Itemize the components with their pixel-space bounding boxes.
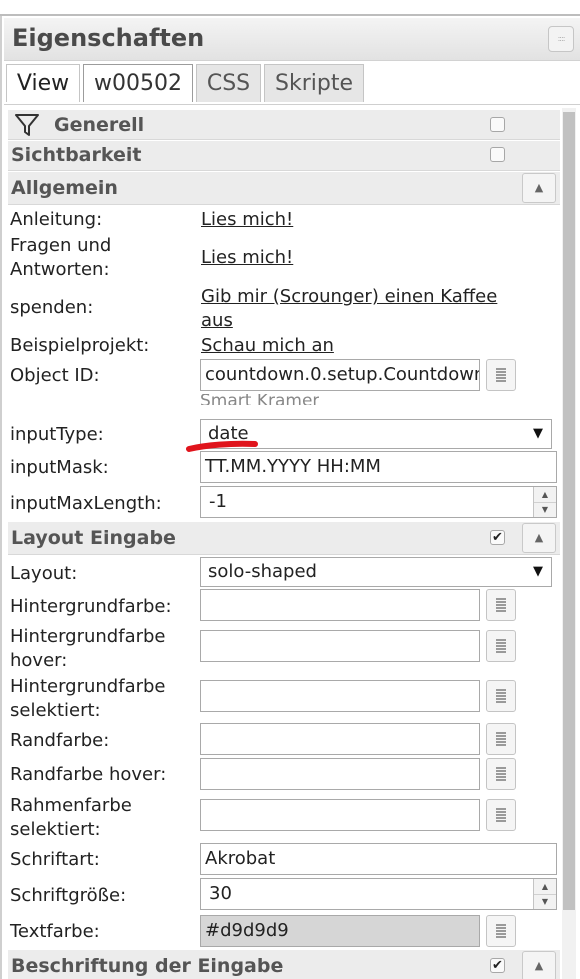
textfarbe-picker-button[interactable] xyxy=(486,915,516,947)
input-max-length-value: -1 xyxy=(209,491,227,512)
chevron-down-icon: ▼ xyxy=(533,564,543,579)
schriftgroesse-label: Schriftgröße: xyxy=(10,885,127,906)
beschriftung-checkbox[interactable]: ✔ xyxy=(490,958,505,973)
spinner-down-icon[interactable]: ▼ xyxy=(534,502,556,517)
hintergrundfarbe-hover-label-line2: hover: xyxy=(10,650,68,671)
list-icon xyxy=(496,689,506,703)
panel-left-border xyxy=(0,14,2,979)
randfarbe-label: Randfarbe: xyxy=(10,730,110,751)
rahmenfarbe-selektiert-picker-button[interactable] xyxy=(486,799,516,831)
randfarbe-hover-input[interactable] xyxy=(200,758,480,790)
tab-css[interactable]: CSS xyxy=(196,64,261,102)
object-id-input[interactable]: countdown.0.setup.Countdown xyxy=(200,359,480,391)
spenden-label: spenden: xyxy=(10,297,94,318)
list-icon xyxy=(496,639,506,653)
input-mask-label: inputMask: xyxy=(10,457,109,478)
rahmenfarbe-selektiert-input[interactable] xyxy=(200,799,480,831)
tab-view[interactable]: View xyxy=(6,64,80,102)
textfarbe-label: Textfarbe: xyxy=(10,921,100,942)
scrollbar-thumb[interactable] xyxy=(563,112,575,910)
panel-header: Eigenschaften :::: xyxy=(4,18,580,61)
collapse-layout-eingabe-button[interactable]: ▲ xyxy=(522,523,556,553)
layout-select[interactable]: solo-shaped ▼ xyxy=(200,557,552,587)
hintergrundfarbe-label: Hintergrundfarbe: xyxy=(10,596,172,617)
list-icon xyxy=(496,598,506,612)
schriftgroesse-value: 30 xyxy=(209,883,232,904)
input-type-label: inputType: xyxy=(10,424,104,445)
spenden-link-line1[interactable]: Gib mir (Scrounger) einen Kaffee xyxy=(201,285,497,308)
list-icon xyxy=(496,368,506,382)
hintergrundfarbe-selektiert-input[interactable] xyxy=(200,680,480,712)
beispielprojekt-label: Beispielprojekt: xyxy=(10,335,150,356)
schriftgroesse-spinner[interactable]: ▲ ▼ xyxy=(533,879,556,909)
layout-eingabe-checkbox[interactable]: ✔ xyxy=(490,530,505,545)
hintergrundfarbe-input[interactable] xyxy=(200,589,480,621)
hintergrundfarbe-hover-input[interactable] xyxy=(200,630,480,662)
hintergrundfarbe-picker-button[interactable] xyxy=(486,589,516,621)
panel-menu-button[interactable]: :::: xyxy=(548,26,574,52)
spinner-down-icon[interactable]: ▼ xyxy=(534,894,556,909)
anleitung-label: Anleitung: xyxy=(10,209,103,230)
object-id-picker-button[interactable] xyxy=(486,359,516,391)
collapse-allgemein-button[interactable]: ▲ xyxy=(522,173,556,203)
sichtbarkeit-checkbox[interactable] xyxy=(490,147,505,162)
section-layout-eingabe-label: Layout Eingabe xyxy=(11,527,176,549)
tab-skripte[interactable]: Skripte xyxy=(264,64,364,102)
list-icon xyxy=(496,732,506,746)
max-length-spinner[interactable]: ▲ ▼ xyxy=(533,487,556,517)
chevron-down-icon: ▼ xyxy=(533,426,543,441)
beispielprojekt-link[interactable]: Schau mich an xyxy=(201,334,334,357)
autocomplete-hint: Smart Kramer xyxy=(200,394,320,405)
generell-checkbox[interactable] xyxy=(490,117,505,132)
list-icon xyxy=(496,924,506,938)
section-allgemein-label: Allgemein xyxy=(11,177,118,199)
filter-icon[interactable] xyxy=(14,112,40,138)
faq-label-line1: Fragen und xyxy=(10,235,112,256)
rahmenfarbe-selektiert-label-line1: Rahmenfarbe xyxy=(10,795,132,816)
panel-title: Eigenschaften xyxy=(12,24,205,52)
section-generell[interactable]: Generell xyxy=(8,110,560,140)
list-icon xyxy=(496,808,506,822)
section-generell-label: Generell xyxy=(54,114,145,136)
faq-link[interactable]: Lies mich! xyxy=(201,246,293,269)
section-allgemein[interactable]: Allgemein ▲ xyxy=(8,172,560,205)
hintergrundfarbe-selektiert-label-line1: Hintergrundfarbe xyxy=(10,676,166,697)
list-icon xyxy=(496,767,506,781)
hintergrundfarbe-selektiert-picker-button[interactable] xyxy=(486,680,516,712)
collapse-beschriftung-button[interactable]: ▲ xyxy=(522,951,556,979)
randfarbe-picker-button[interactable] xyxy=(486,723,516,755)
section-beschriftung[interactable]: Beschriftung der Eingabe ✔ ▲ xyxy=(8,950,560,979)
input-mask-input[interactable]: TT.MM.YYYY HH:MM xyxy=(200,451,557,483)
properties-panel: Eigenschaften :::: View w00502 CSS Skrip… xyxy=(0,0,580,979)
spinner-up-icon[interactable]: ▲ xyxy=(534,487,556,503)
hintergrundfarbe-hover-picker-button[interactable] xyxy=(486,630,516,662)
input-max-length-label: inputMaxLength: xyxy=(10,493,162,514)
spinner-up-icon[interactable]: ▲ xyxy=(534,879,556,895)
section-layout-eingabe[interactable]: Layout Eingabe ✔ ▲ xyxy=(8,522,560,555)
input-max-length-input[interactable]: -1 ▲ ▼ xyxy=(200,486,557,518)
layout-value: solo-shaped xyxy=(208,561,317,582)
hintergrundfarbe-selektiert-label-line2: selektiert: xyxy=(10,700,101,721)
spenden-link-line2[interactable]: aus xyxy=(201,309,233,332)
randfarbe-hover-label: Randfarbe hover: xyxy=(10,764,167,785)
anleitung-link[interactable]: Lies mich! xyxy=(201,208,293,231)
rahmenfarbe-selektiert-label-line2: selektiert: xyxy=(10,819,101,840)
randfarbe-hover-picker-button[interactable] xyxy=(486,758,516,790)
schriftart-input[interactable]: Akrobat xyxy=(200,843,557,875)
schriftart-label: Schriftart: xyxy=(10,849,100,870)
schriftgroesse-input[interactable]: 30 ▲ ▼ xyxy=(200,878,557,910)
section-sichtbarkeit-label: Sichtbarkeit xyxy=(11,144,142,166)
faq-label-line2: Antworten: xyxy=(10,259,110,280)
textfarbe-input[interactable]: #d9d9d9 xyxy=(200,915,480,947)
tab-widget-id[interactable]: w00502 xyxy=(83,64,193,102)
section-beschriftung-label: Beschriftung der Eingabe xyxy=(11,955,284,977)
layout-label: Layout: xyxy=(10,563,78,584)
object-id-label: Object ID: xyxy=(10,365,100,386)
panel-top-border xyxy=(0,14,580,16)
hintergrundfarbe-hover-label-line1: Hintergrundfarbe xyxy=(10,626,166,647)
section-sichtbarkeit[interactable]: Sichtbarkeit xyxy=(8,141,560,171)
tab-bar: View w00502 CSS Skripte xyxy=(4,62,580,105)
randfarbe-input[interactable] xyxy=(200,723,480,755)
